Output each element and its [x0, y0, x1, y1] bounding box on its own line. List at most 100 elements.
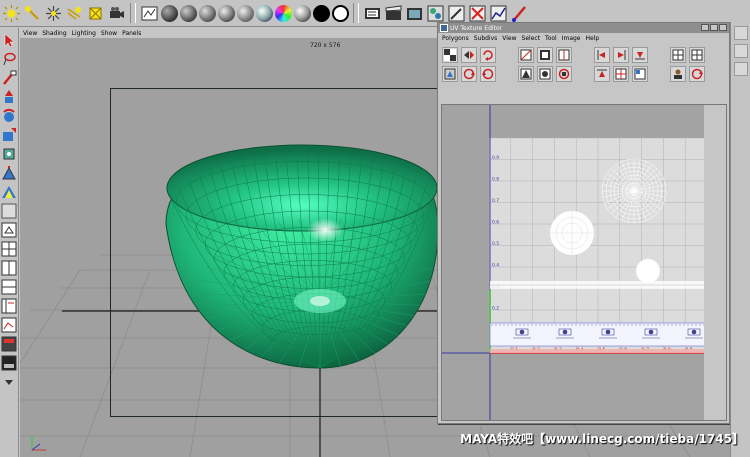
flip-u-icon[interactable]: [461, 47, 477, 63]
fill-uv-icon[interactable]: [632, 66, 648, 82]
align-max-v-icon[interactable]: [594, 66, 610, 82]
layout-four-icon[interactable]: [1, 241, 17, 257]
uv-menu-tool[interactable]: Tool: [545, 35, 557, 42]
rotate-uv-icon[interactable]: [480, 47, 496, 63]
uv-shell-bowl-outside[interactable]: [601, 158, 667, 224]
shader-ball-gradient-icon[interactable]: [256, 4, 273, 22]
uv-menu-help[interactable]: Help: [586, 35, 600, 42]
update-icon[interactable]: [689, 66, 705, 82]
uv-editor-title-bar[interactable]: UV Texture Editor: [438, 23, 729, 33]
area-light-icon[interactable]: [86, 4, 105, 23]
viewport-menu-lighting[interactable]: Lighting: [72, 30, 96, 37]
uv-v-tick-label: 0.4: [492, 263, 499, 269]
spacer-icon: [575, 47, 591, 63]
uv-editor-title: UV Texture Editor: [450, 24, 503, 32]
paint-select-icon[interactable]: [1, 70, 17, 86]
layout-uv-icon[interactable]: [556, 66, 572, 82]
shader-ball-gray-4-icon[interactable]: [237, 4, 254, 22]
uv-v-tick-label: 0.2: [492, 306, 499, 312]
align-min-u-icon[interactable]: [594, 47, 610, 63]
last-tool-icon[interactable]: [1, 203, 17, 219]
render-view-icon[interactable]: [140, 4, 159, 23]
panel-toggle-icon[interactable]: [734, 26, 748, 40]
uv-menu-image[interactable]: Image: [562, 35, 581, 42]
viewport-menu-panels[interactable]: Panels: [122, 30, 141, 37]
uv-menu-view[interactable]: View: [502, 35, 516, 42]
shader-ball-color-icon[interactable]: [275, 4, 292, 22]
uv-menu-polygons[interactable]: Polygons: [442, 35, 469, 42]
camera-icon[interactable]: [107, 4, 126, 23]
clapper-icon[interactable]: [384, 4, 403, 23]
manipulator-icon[interactable]: [1, 146, 17, 162]
toolbar-separator: [353, 3, 359, 23]
ipr-render-icon[interactable]: [405, 4, 424, 23]
shader-ball-dark-icon[interactable]: [161, 4, 178, 22]
point-light-icon[interactable]: [44, 4, 63, 23]
layout-render-icon[interactable]: [1, 355, 17, 371]
spotlight-icon[interactable]: [23, 4, 42, 23]
cut-uv-icon[interactable]: [518, 47, 534, 63]
shader-ball-white-icon[interactable]: [332, 4, 349, 22]
shader-ball-chrome-icon[interactable]: [294, 4, 311, 22]
shader-ball-gray-3-icon[interactable]: [218, 4, 235, 22]
rotate-ccw-icon[interactable]: [480, 66, 496, 82]
layout-stack-icon[interactable]: [1, 279, 17, 295]
paint-icon[interactable]: [447, 4, 466, 23]
checker-icon[interactable]: [442, 47, 458, 63]
scale-tool-icon[interactable]: [1, 127, 17, 143]
layout-outliner-icon[interactable]: [1, 298, 17, 314]
rotate-tool-icon[interactable]: [1, 108, 17, 124]
layout-side-icon[interactable]: [1, 260, 17, 276]
layout-graph-icon[interactable]: [1, 317, 17, 333]
shader-ball-black-icon[interactable]: [313, 4, 330, 22]
align-max-u-icon[interactable]: [613, 47, 629, 63]
center-uv-icon[interactable]: [613, 66, 629, 82]
panel-toggle-icon[interactable]: [734, 62, 748, 76]
uv-editor-canvas[interactable]: 0.10.10.20.20.30.30.40.40.50.50.60.60.70…: [441, 104, 727, 421]
hypershade-icon[interactable]: [426, 4, 445, 23]
shader-ball-gray-icon[interactable]: [180, 4, 197, 22]
flip-v-icon[interactable]: [461, 66, 477, 82]
uv-editor-side-panel: [704, 105, 726, 420]
minimize-button[interactable]: [701, 24, 709, 31]
align-min-v-icon[interactable]: [632, 47, 648, 63]
panel-toggle-icon[interactable]: [734, 44, 748, 58]
sun-icon[interactable]: [2, 4, 21, 23]
brush-icon[interactable]: [510, 4, 529, 23]
graph-icon[interactable]: [489, 4, 508, 23]
sew-uv-icon[interactable]: [537, 47, 553, 63]
grid-uv-icon[interactable]: [670, 47, 686, 63]
render-settings-icon[interactable]: [363, 4, 382, 23]
soft-mod-icon[interactable]: [1, 165, 17, 181]
uv-shell-strip[interactable]: [489, 322, 708, 347]
directional-light-icon[interactable]: [65, 4, 84, 23]
close-button[interactable]: [719, 24, 727, 31]
layout-hypershade-icon[interactable]: [1, 336, 17, 352]
select-shell-icon[interactable]: [442, 66, 458, 82]
layout-single-icon[interactable]: [1, 222, 17, 238]
spacer-icon: [499, 47, 515, 63]
shader-ball-gray-2-icon[interactable]: [199, 4, 216, 22]
viewport-menu-shading[interactable]: Shading: [42, 30, 66, 37]
tool-box: [0, 28, 19, 457]
display-image-icon[interactable]: [670, 66, 686, 82]
layout-toggle-icon[interactable]: [1, 374, 17, 390]
show-manip-icon[interactable]: [1, 184, 17, 200]
uv-v-tick-label: 0.9: [492, 155, 499, 161]
select-arrow-icon[interactable]: [1, 32, 17, 48]
uv-shell-bowl-base[interactable]: [636, 259, 660, 283]
snapshot-icon[interactable]: [689, 47, 705, 63]
uv-menu-subdivs[interactable]: Subdivs: [474, 35, 498, 42]
move-tool-icon[interactable]: [1, 89, 17, 105]
unfold-icon[interactable]: [518, 66, 534, 82]
resolution-gate-label: 720 x 576: [310, 42, 341, 49]
uv-menu-select[interactable]: Select: [522, 35, 541, 42]
viewport-menu-view[interactable]: View: [23, 30, 37, 37]
viewport-menu-show[interactable]: Show: [101, 30, 117, 37]
spacer-icon: [651, 66, 667, 82]
maximize-button[interactable]: [710, 24, 718, 31]
lasso-icon[interactable]: [1, 51, 17, 67]
relax-icon[interactable]: [537, 66, 553, 82]
move-sew-icon[interactable]: [556, 47, 572, 63]
delete-history-icon[interactable]: [468, 4, 487, 23]
